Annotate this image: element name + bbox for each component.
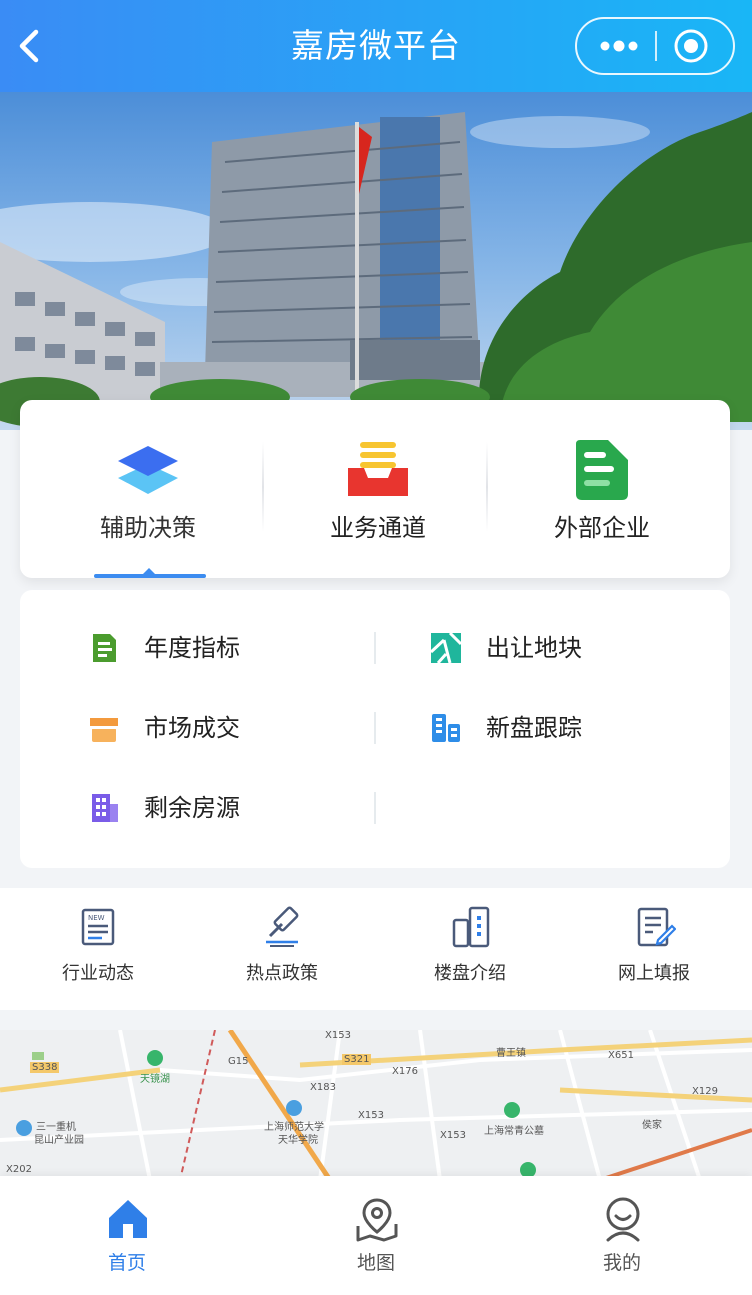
shortcut-hot-policy[interactable]: 热点政策 <box>188 888 376 1010</box>
shortcut-industry-news[interactable]: NEW 行业动态 <box>4 888 192 1010</box>
tab-label: 地图 <box>356 1252 395 1274</box>
map-labels: X153 S321 X153 曹王镇 X651 G15 天镜湖 X183 X17… <box>0 1030 752 1180</box>
capsule-divider <box>655 31 657 61</box>
map-label: 昆山产业园 <box>34 1135 84 1146</box>
map-label: X651 <box>608 1050 634 1061</box>
home-icon <box>109 1200 147 1238</box>
tab-home[interactable]: 首页 <box>2 1176 252 1295</box>
market-deal-icon <box>90 718 118 742</box>
tower-icon <box>452 906 490 948</box>
category-card: 辅助决策 业务通道 外部企业 <box>20 400 730 578</box>
land-parcel-icon <box>430 632 462 664</box>
buildings-icon <box>432 714 460 742</box>
category-tab-business[interactable]: 业务通道 <box>260 400 496 578</box>
shortcut-label: 楼盘介绍 <box>434 963 506 984</box>
target-circle-icon[interactable] <box>673 28 709 64</box>
map-label: 天华学院 <box>278 1135 318 1146</box>
active-indicator <box>94 574 206 578</box>
map-label: 侯家 <box>642 1120 662 1131</box>
map-label: X202 <box>6 1164 32 1175</box>
list-divider <box>374 792 376 824</box>
category-tab-decision[interactable]: 辅助决策 <box>30 400 266 578</box>
document-folder-icon <box>576 440 628 500</box>
map-label: X183 <box>310 1082 336 1093</box>
mini-program-capsule <box>575 17 735 75</box>
news-icon: NEW <box>81 908 115 946</box>
shortcut-online-report[interactable]: 网上填报 <box>560 888 748 1010</box>
map-label: X153 <box>358 1110 384 1121</box>
shortcut-project-intro[interactable]: 楼盘介绍 <box>376 888 564 1010</box>
map-label: X129 <box>692 1086 718 1097</box>
map-pin-icon <box>356 1198 398 1242</box>
map-label: 曹王镇 <box>496 1048 526 1059</box>
list-item-annual-index[interactable]: 年度指标 <box>88 618 348 678</box>
list-item-label: 年度指标 <box>144 634 240 662</box>
map-label: 上海常青公墓 <box>484 1126 544 1137</box>
feature-list-card: 年度指标 出让地块 市场成交 新盘跟踪 剩余房源 <box>20 590 730 868</box>
list-item-remaining-housing[interactable]: 剩余房源 <box>88 778 348 838</box>
government-building-photo <box>0 112 752 427</box>
list-item-new-project[interactable]: 新盘跟踪 <box>430 698 690 758</box>
more-dots-icon[interactable] <box>597 31 641 61</box>
list-item-label: 新盘跟踪 <box>486 714 582 742</box>
gavel-icon <box>266 906 299 947</box>
inbox-tray-icon <box>348 442 408 496</box>
map-label: X153 <box>440 1130 466 1141</box>
shortcut-bar: NEW 行业动态 热点政策 楼盘介绍 网上填报 <box>0 888 752 1010</box>
map-label: G15 <box>228 1056 249 1067</box>
tab-label: 我的 <box>602 1252 641 1274</box>
list-item-label: 市场成交 <box>144 714 240 742</box>
list-item-market-deal[interactable]: 市场成交 <box>88 698 348 758</box>
annual-index-icon <box>93 634 116 662</box>
tab-profile[interactable]: 我的 <box>497 1176 747 1295</box>
user-icon <box>606 1197 640 1242</box>
svg-text:NEW: NEW <box>88 914 105 922</box>
shortcut-label: 行业动态 <box>62 963 134 984</box>
tab-label: 首页 <box>107 1252 146 1274</box>
list-item-label: 剩余房源 <box>144 794 240 822</box>
category-label: 业务通道 <box>330 514 426 542</box>
map-label: 天镜湖 <box>140 1074 170 1085</box>
apartment-icon <box>92 794 118 822</box>
list-item-label: 出让地块 <box>486 634 582 662</box>
bottom-tabbar: 首页 地图 我的 <box>0 1176 752 1295</box>
map-label: X176 <box>392 1066 418 1077</box>
list-item-land-parcel[interactable]: 出让地块 <box>430 618 690 678</box>
banner-image <box>0 92 752 430</box>
category-tab-enterprise[interactable]: 外部企业 <box>484 400 720 578</box>
shortcut-label: 网上填报 <box>618 963 690 984</box>
map-label: S321 <box>342 1054 372 1065</box>
tab-map[interactable]: 地图 <box>251 1176 501 1295</box>
shortcut-label: 热点政策 <box>246 963 318 984</box>
list-divider <box>374 712 376 744</box>
list-divider <box>374 632 376 664</box>
category-label: 辅助决策 <box>100 514 196 542</box>
form-edit-icon <box>637 907 676 947</box>
map-label: S338 <box>30 1062 60 1073</box>
map-label: X153 <box>325 1030 351 1041</box>
nav-header: 嘉房微平台 <box>0 0 752 92</box>
layers-icon <box>118 446 178 494</box>
category-label: 外部企业 <box>554 514 650 542</box>
map-preview[interactable]: X153 S321 X153 曹王镇 X651 G15 天镜湖 X183 X17… <box>0 1030 752 1180</box>
